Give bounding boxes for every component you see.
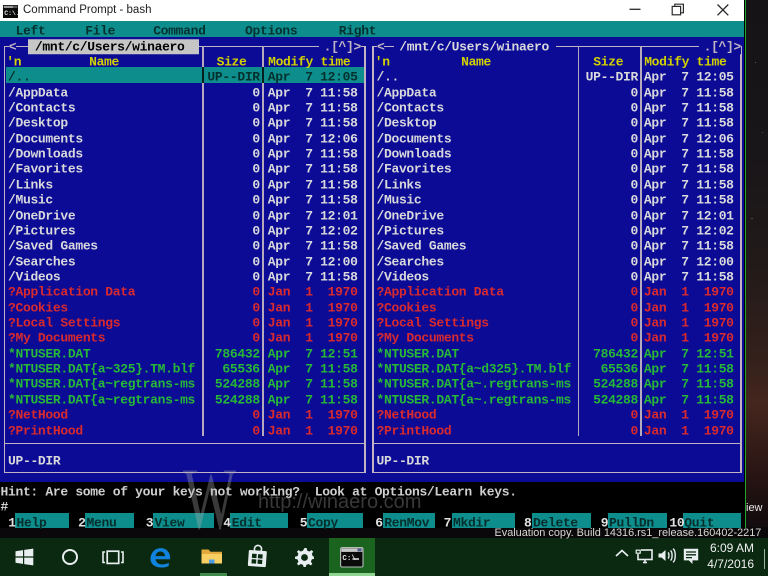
svg-text:C:\.: C:\.	[4, 10, 18, 17]
